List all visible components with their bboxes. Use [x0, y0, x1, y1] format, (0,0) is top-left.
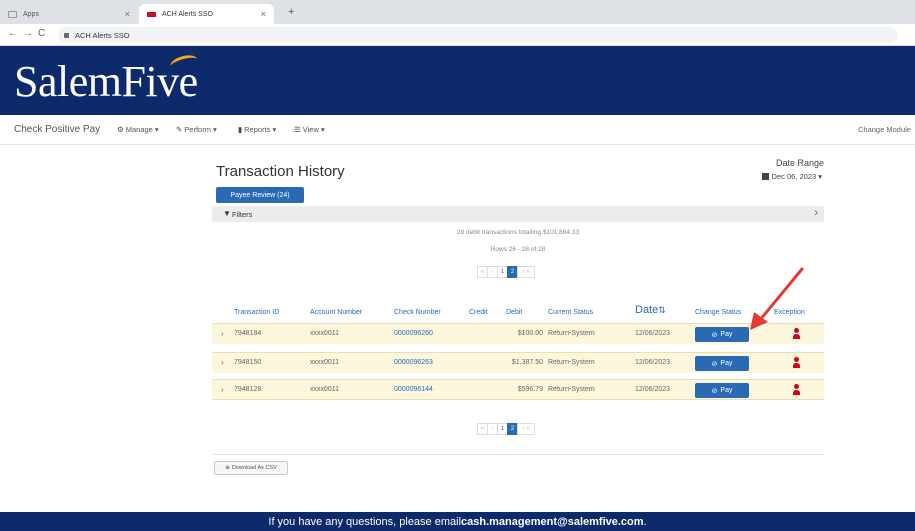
- table-row[interactable]: › 7948184 xxxx0011 0000096260 $100.00 Re…: [212, 323, 824, 344]
- footer-contact: If you have any questions, please email …: [0, 512, 915, 531]
- transaction-id: 7948184: [234, 330, 262, 337]
- app-name[interactable]: Check Positive Pay: [14, 124, 100, 135]
- table-row[interactable]: › 7948128 xxxx0011 0000096144 $596.79 Re…: [212, 379, 824, 400]
- payee-review-button[interactable]: Payee Review (24): [216, 187, 304, 203]
- account-number: xxxx0011: [310, 330, 340, 337]
- account-number: xxxx0011: [310, 386, 340, 393]
- col-date[interactable]: Date⇅: [635, 304, 666, 316]
- debit-value: $596.79: [517, 386, 543, 393]
- menu-view[interactable]: ☰ View ▾: [294, 125, 325, 134]
- transaction-date: 12/06/2023: [635, 359, 671, 366]
- browser-tabstrip: Apps × ACH Alerts SSO × +: [0, 0, 915, 24]
- col-check-number[interactable]: Check Number: [394, 309, 441, 316]
- col-current-status[interactable]: Current Status: [548, 309, 593, 316]
- expand-chevron-icon[interactable]: ›: [221, 385, 224, 394]
- col-debit[interactable]: Debit: [506, 309, 522, 316]
- change-module-link[interactable]: Change Module: [858, 125, 911, 134]
- transaction-id: 7948150: [234, 359, 262, 366]
- pay-button[interactable]: ⊘ Pay: [695, 356, 749, 371]
- account-number: xxxx0011: [310, 359, 340, 366]
- transaction-date: 12/06/2023: [635, 386, 671, 393]
- url-text: ACH Alerts SSO: [75, 30, 130, 40]
- menu-perform[interactable]: ✎ Perform ▾: [176, 125, 217, 134]
- reload-icon[interactable]: C: [38, 28, 45, 39]
- tab-label: Apps: [23, 10, 39, 18]
- transaction-id: 7948128: [234, 386, 262, 393]
- debit-value: $1,387.50: [511, 359, 543, 366]
- date-range-value: Dec 06, 2023 ▾: [771, 172, 822, 181]
- filter-icon: ▼: [223, 209, 231, 218]
- list-icon: ☰: [294, 125, 301, 134]
- table-row[interactable]: › 7948150 xxxx0011 0000096263 $1,387.50 …: [212, 352, 824, 373]
- footer-email-link[interactable]: cash.management@salemfive.com: [461, 516, 644, 528]
- main-menubar: Check Positive Pay ⚙ Manage ▾ ✎ Perform ▾ …: [0, 115, 915, 145]
- check-number-link[interactable]: 0000096260: [394, 330, 433, 337]
- brand-header: SalemFive: [0, 46, 915, 115]
- menu-manage[interactable]: ⚙ Manage ▾: [117, 125, 159, 134]
- back-icon[interactable]: ←: [8, 28, 18, 39]
- forward-icon[interactable]: →: [23, 28, 33, 39]
- date-range-label: Date Range: [775, 158, 824, 168]
- chart-icon: ▮: [238, 125, 243, 134]
- exception-user-icon[interactable]: [793, 328, 800, 339]
- current-status: Return-System: [548, 330, 595, 337]
- col-exception: Exception: [774, 309, 805, 316]
- pencil-icon: ✎: [176, 125, 183, 134]
- pager-next-last[interactable]: › »: [517, 423, 535, 435]
- tab-label: ACH Alerts SSO: [162, 10, 213, 18]
- favicon-icon: [147, 11, 156, 17]
- sort-icon: ⇅: [658, 305, 666, 315]
- current-status: Return-System: [548, 386, 595, 393]
- filters-bar[interactable]: ▼ Filters ›: [212, 206, 824, 222]
- close-icon[interactable]: ×: [125, 9, 130, 19]
- filters-label: Filters: [232, 210, 253, 219]
- check-circle-icon: ⊘: [711, 360, 718, 368]
- browser-tab-apps[interactable]: Apps ×: [0, 4, 138, 24]
- col-account-number[interactable]: Account Number: [310, 309, 362, 316]
- browser-tab-ach-alerts[interactable]: ACH Alerts SSO ×: [139, 4, 274, 24]
- page-title: Transaction History: [216, 163, 345, 180]
- table-header: Transaction ID Account Number Check Numb…: [212, 304, 824, 321]
- date-range-dropdown[interactable]: Dec 06, 2023 ▾: [761, 172, 822, 181]
- pagination-top: « ‹ 1 2 › »: [477, 266, 535, 278]
- pagination-bottom: « ‹ 1 2 › »: [477, 423, 535, 435]
- footer-text: If you have any questions, please email: [268, 515, 462, 528]
- pager-next-last[interactable]: › »: [517, 266, 535, 278]
- page-icon: [8, 10, 17, 18]
- pay-button[interactable]: ⊘ Pay: [695, 383, 749, 398]
- col-credit[interactable]: Credit: [469, 309, 488, 316]
- current-status: Return-System: [548, 359, 595, 366]
- check-circle-icon: ⊘: [711, 331, 718, 339]
- divider: [212, 454, 824, 455]
- debit-value: $100.00: [517, 330, 543, 337]
- rows-count: Rows 26 - 28 of 28: [490, 246, 546, 253]
- expand-chevron-icon[interactable]: ›: [221, 358, 224, 367]
- transaction-date: 12/06/2023: [635, 330, 671, 337]
- calendar-icon: [761, 173, 769, 180]
- check-circle-icon: ⊘: [711, 387, 718, 395]
- check-number-link[interactable]: 0000096263: [394, 359, 433, 366]
- exception-user-icon[interactable]: [793, 384, 800, 395]
- download-icon: ⊕: [225, 465, 230, 471]
- transactions-summary: 28 debit transactions totalling $101,884…: [456, 229, 580, 236]
- close-icon[interactable]: ×: [261, 9, 266, 19]
- address-bar: ← → C ACH Alerts SSO: [0, 24, 915, 46]
- gear-icon: ⚙: [117, 125, 124, 134]
- menu-reports[interactable]: ▮ Reports ▾: [238, 125, 276, 134]
- pay-button[interactable]: ⊘ Pay: [695, 327, 749, 342]
- chevron-right-icon: ›: [814, 207, 818, 219]
- footer-end: .: [643, 515, 647, 528]
- download-csv-button[interactable]: ⊕ Download As CSV: [214, 461, 288, 475]
- expand-chevron-icon[interactable]: ›: [221, 329, 224, 338]
- new-tab-icon[interactable]: +: [288, 6, 294, 18]
- check-number-link[interactable]: 0000096144: [394, 386, 433, 393]
- url-input[interactable]: ACH Alerts SSO: [58, 27, 898, 43]
- exception-user-icon[interactable]: [793, 357, 800, 368]
- col-change-status: Change Status: [695, 309, 742, 316]
- col-transaction-id[interactable]: Transaction ID: [234, 309, 279, 316]
- transaction-history-panel: Transaction History Payee Review (24) Da…: [212, 155, 824, 485]
- lock-icon: [64, 32, 69, 38]
